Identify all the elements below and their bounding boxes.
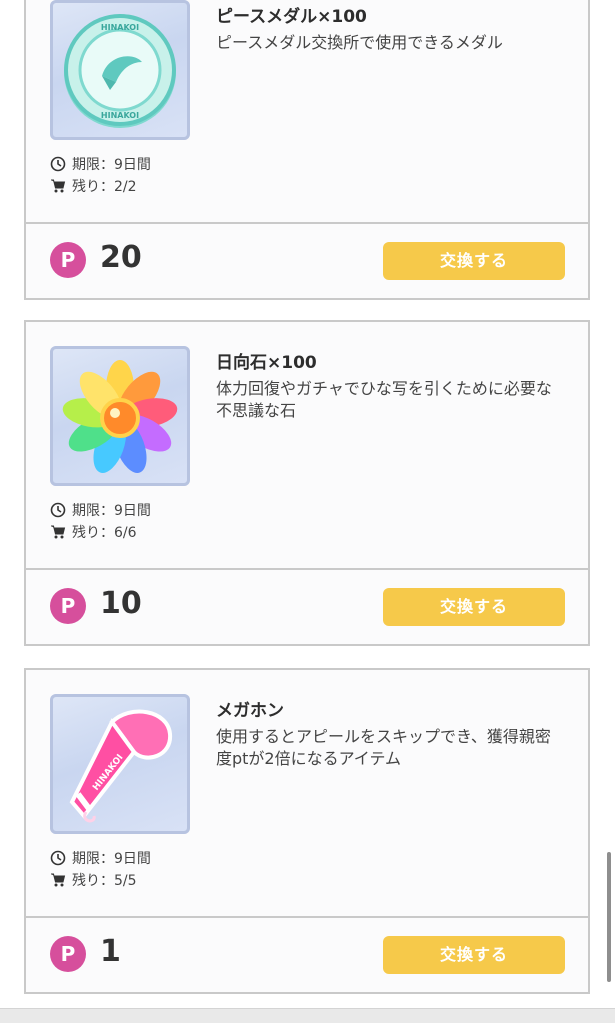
item-name: 日向石×100 [216,353,317,373]
remaining-text: 残り：2/2 [72,179,137,195]
item-purchase-row: P 1 交換する [26,918,588,992]
deadline-text: 期限：9日間 [72,851,151,867]
shop-item-card: HINAKOI メガホン 使用するとアピールをスキップでき、獲得親密度ptが2倍… [24,668,590,994]
deadline-row: 期限：9日間 [50,500,151,520]
deadline-text: 期限：9日間 [72,157,151,173]
shop-item-card: 日向石×100 体力回復やガチャでひな写を引くために必要な不思議な石 期限：9日… [24,320,590,646]
exchange-button[interactable]: 交換する [383,242,565,280]
clock-icon [50,850,66,866]
item-purchase-row: P 20 交換する [26,224,588,298]
deadline-row: 期限：9日間 [50,154,151,174]
item-info: HINAKOI HINAKOI ピースメダル×100 ピースメダル交換所で使用で… [26,0,588,224]
remaining-text: 残り：5/5 [72,873,137,889]
exchange-button[interactable]: 交換する [383,588,565,626]
item-info: HINAKOI メガホン 使用するとアピールをスキップでき、獲得親密度ptが2倍… [26,670,588,918]
scrollbar[interactable] [607,852,611,982]
svg-text:HINAKOI: HINAKOI [101,23,139,32]
deadline-text: 期限：9日間 [72,503,151,519]
point-currency-icon: P [50,936,86,972]
hinata-stone-icon [50,346,190,486]
deadline-row: 期限：9日間 [50,848,151,868]
remaining-row: 残り：6/6 [50,522,137,542]
cart-icon [51,873,66,887]
item-name: ピースメダル×100 [216,7,367,27]
point-currency-icon: P [50,588,86,624]
item-price: 10 [100,586,142,621]
shop-item-card: HINAKOI HINAKOI ピースメダル×100 ピースメダル交換所で使用で… [24,0,590,300]
remaining-row: 残り：2/2 [50,176,137,196]
item-price: 20 [100,240,142,275]
megaphone-icon: HINAKOI [50,694,190,834]
remaining-row: 残り：5/5 [50,870,137,890]
item-description: ピースメダル交換所で使用できるメダル [216,33,503,52]
item-name: メガホン [216,701,284,721]
item-info: 日向石×100 体力回復やガチャでひな写を引くために必要な不思議な石 期限：9日… [26,322,588,570]
browser-bottom-bar [0,1008,615,1023]
clock-icon [50,156,66,172]
item-description: 使用するとアピールをスキップでき、獲得親密度ptが2倍になるアイテム [216,727,551,768]
remaining-text: 残り：6/6 [72,525,137,541]
item-price: 1 [100,934,121,969]
exchange-button[interactable]: 交換する [383,936,565,974]
exchange-shop-page: HINAKOI HINAKOI ピースメダル×100 ピースメダル交換所で使用で… [0,0,615,1023]
cart-icon [51,179,66,193]
item-purchase-row: P 10 交換する [26,570,588,644]
item-description: 体力回復やガチャでひな写を引くために必要な不思議な石 [216,379,552,420]
cart-icon [51,525,66,539]
clock-icon [50,502,66,518]
peace-medal-icon: HINAKOI HINAKOI [50,0,190,140]
point-currency-icon: P [50,242,86,278]
svg-text:HINAKOI: HINAKOI [101,111,139,120]
